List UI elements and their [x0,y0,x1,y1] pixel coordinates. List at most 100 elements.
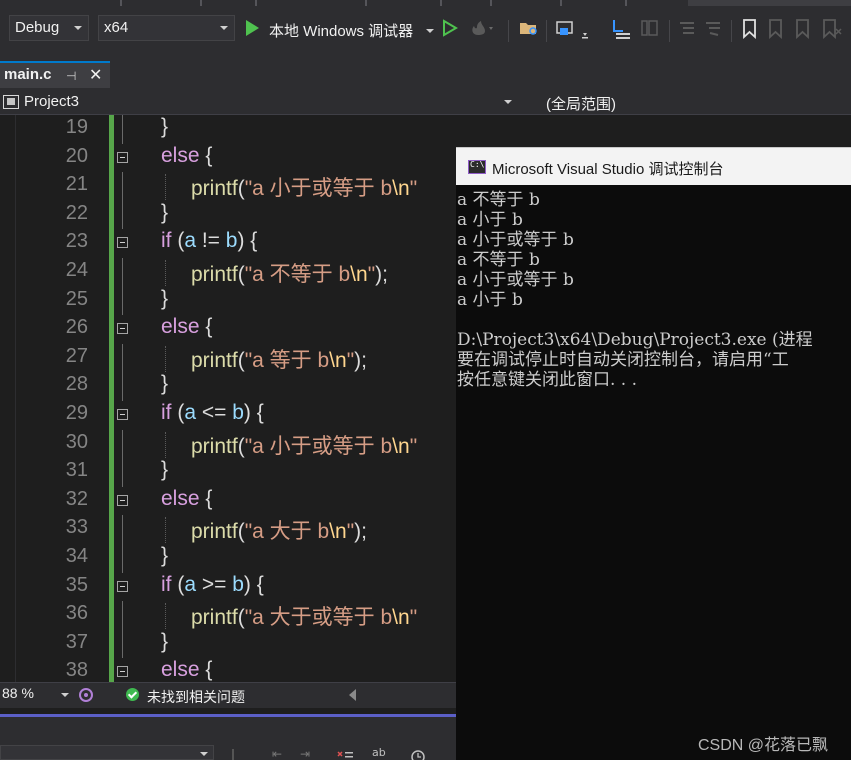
project-dropdown[interactable]: Project3 [3,92,518,112]
layout-icon[interactable] [640,19,658,37]
start-debugging-button[interactable]: 本地 Windows 调试器 [242,15,438,43]
standard-toolbar: Debug x64 本地 Windows 调试器 [0,6,851,52]
outline-line [122,258,123,287]
previous-bookmark-icon[interactable] [767,19,785,40]
code-line: 29 if (a <= b) { [0,401,456,430]
zoom-value: 88 % [2,685,34,701]
arrow-left-icon[interactable]: ⇤ [272,747,282,760]
code-text: } [161,544,169,567]
start-without-debugging-icon[interactable] [441,19,459,37]
debug-console-window[interactable]: Microsoft Visual Studio 调试控制台 a 不等于 b a … [456,147,851,760]
code-text: } [161,629,169,653]
project-icon [3,95,19,109]
line-number: 21 [65,173,88,196]
uncomment-icon[interactable] [704,19,722,37]
code-text: else { [161,486,213,510]
code-text: printf("a 小于或等于 b\n" [191,434,418,458]
code-line: 23 if (a != b) { [0,229,456,258]
chevron-down-icon [200,752,208,756]
output-panel: ⇤ ⇥ ab [0,717,456,760]
collapse-icon[interactable] [117,323,128,335]
console-title-bar[interactable]: Microsoft Visual Studio 调试控制台 [456,147,851,185]
code-text: printf("a 大于或等于 b\n" [191,606,418,630]
browse-icon[interactable] [556,19,588,39]
outline-line [122,458,123,487]
line-number: 19 [65,116,88,138]
code-line: 27 printf("a 等于 b\n"); [0,343,456,373]
line-number: 28 [65,373,88,396]
code-editor[interactable]: 19 } 20 else { 21 printf("a 小于或等于 b\n" 2… [0,115,456,682]
console-line: 按任意键关闭此窗口. . . [457,370,638,390]
line-number: 26 [65,316,88,339]
open-folder-icon[interactable] [519,19,537,37]
code-text: else { [161,658,213,682]
watermark: CSDN @花落已飘 [698,737,829,754]
clear-bookmarks-icon[interactable] [821,19,842,40]
chevron-down-icon [61,693,69,697]
code-text: } [161,372,169,396]
code-line: 35 if (a >= b) { [0,573,456,602]
chevron-down-icon [74,26,82,30]
arrow-right-icon[interactable]: ⇥ [300,747,310,760]
close-icon[interactable]: ✕ [89,65,102,84]
comment-icon[interactable] [678,19,696,37]
tab-main-c[interactable]: main.c ⊣ ✕ [0,61,110,88]
step-into-icon[interactable] [610,19,630,39]
clock-icon[interactable] [410,747,426,760]
code-text: if (a != b) { [161,229,258,253]
code-line: 21 printf("a 小于或等于 b\n" [0,172,456,201]
code-text: printf("a 小于或等于 b\n" [191,177,418,201]
collapse-icon[interactable] [117,151,128,163]
start-debugging-label: 本地 Windows 调试器 [269,23,414,40]
code-line: 31 } [0,458,456,487]
outline-line [122,544,123,573]
outline-line [122,115,123,144]
line-number: 35 [65,573,88,596]
collapse-icon[interactable] [117,580,128,592]
word-wrap-icon[interactable]: ab [372,746,386,759]
code-text: if (a <= b) { [161,401,264,424]
zoom-dropdown[interactable]: 88 % [0,685,72,705]
bookmark-icon[interactable] [741,19,759,40]
code-text: else { [161,143,213,167]
tab-label: main.c [4,66,52,83]
code-line: 24 printf("a 不等于 b\n"); [0,258,456,287]
line-number: 24 [65,259,88,281]
line-number: 31 [65,459,88,482]
code-line: 20 else { [0,144,456,173]
scope-dropdown[interactable]: (全局范围) [546,93,616,114]
next-bookmark-icon[interactable] [794,19,812,40]
collapse-icon[interactable] [117,237,128,249]
indent-guide [165,174,166,201]
editor-status-bar: 88 % 未找到相关问题 [0,682,456,708]
code-line: 32 else { [0,487,456,516]
code-line: 25 } [0,286,456,316]
hot-reload-icon[interactable] [469,19,493,37]
chevron-down-icon [220,26,228,30]
outline-line [122,286,123,316]
output-source-dropdown[interactable] [0,745,214,760]
code-line: 38 else { [0,658,456,682]
platform-dropdown[interactable]: x64 [98,15,235,41]
outline-line [122,515,123,544]
clear-all-icon[interactable] [336,747,354,760]
toolbar-separator [508,20,509,42]
code-text: } [161,286,169,310]
line-number: 22 [65,201,88,224]
collapse-icon[interactable] [117,666,128,678]
console-output[interactable]: a 不等于 b a 小于 b a 小于或等于 b a 不等于 b a 小于或等于… [457,185,851,760]
code-line: 34 } [0,544,456,573]
code-text: else { [161,315,213,339]
outline-line [122,172,123,201]
pin-icon[interactable]: ⊣ [66,69,76,83]
platform-value: x64 [104,19,129,36]
line-number: 38 [65,659,88,682]
code-text: } [161,458,169,482]
scroll-left-icon[interactable] [349,689,356,701]
issues-status[interactable]: 未找到相关问题 [147,687,245,707]
copilot-icon[interactable] [78,687,94,708]
solution-config-dropdown[interactable]: Debug [9,15,89,41]
code-line: 28 } [0,372,456,401]
collapse-icon[interactable] [117,494,128,506]
collapse-icon[interactable] [117,409,128,420]
